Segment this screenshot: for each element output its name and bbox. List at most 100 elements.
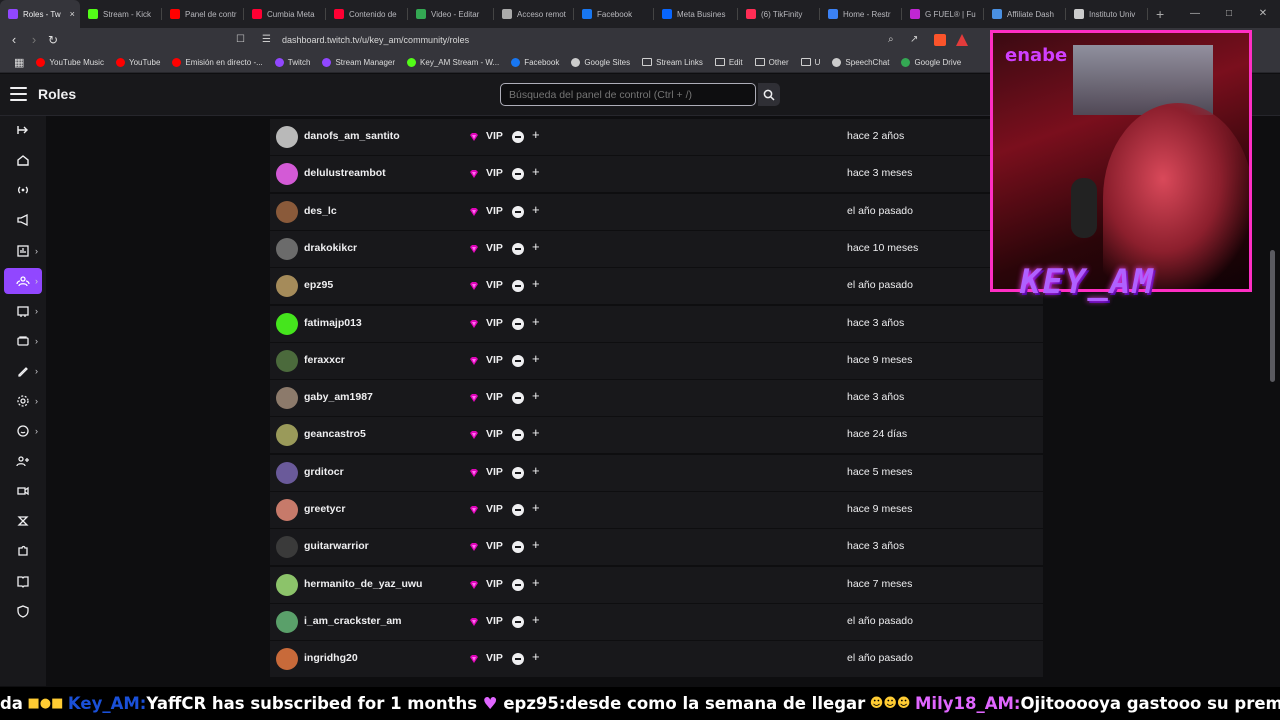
add-role-icon[interactable]: + <box>532 649 540 664</box>
remove-role-icon[interactable] <box>512 243 524 255</box>
browser-tab[interactable]: Home - Restr <box>820 0 902 28</box>
browser-tab[interactable]: Panel de contr <box>162 0 244 28</box>
remove-role-icon[interactable] <box>512 206 524 218</box>
avatar[interactable] <box>276 424 298 446</box>
remove-role-icon[interactable] <box>512 579 524 591</box>
search-button[interactable] <box>758 83 780 106</box>
browser-tab[interactable]: Affiliate Dash <box>984 0 1066 28</box>
apps-grid-icon[interactable]: ▦ <box>8 56 30 69</box>
browser-tab[interactable]: Contenido de <box>326 0 408 28</box>
bookmark-item[interactable]: Key_AM Stream - W... <box>401 57 505 67</box>
avatar[interactable] <box>276 611 298 633</box>
browser-tab[interactable]: Facebook <box>574 0 654 28</box>
avatar[interactable] <box>276 126 298 148</box>
add-role-icon[interactable]: + <box>532 276 540 291</box>
remove-role-icon[interactable] <box>512 467 524 479</box>
back-icon[interactable]: ‹ <box>4 28 24 52</box>
remove-role-icon[interactable] <box>512 541 524 553</box>
rail-item-promote[interactable] <box>4 207 42 233</box>
avatar[interactable] <box>276 275 298 297</box>
bookmark-item[interactable]: U <box>795 58 827 67</box>
page-scrollbar[interactable] <box>1270 250 1275 382</box>
avatar[interactable] <box>276 201 298 223</box>
browser-tab[interactable]: Instituto Univ <box>1066 0 1148 28</box>
add-role-icon[interactable]: + <box>532 239 540 254</box>
avatar[interactable] <box>276 648 298 670</box>
remove-role-icon[interactable] <box>512 504 524 516</box>
remove-role-icon[interactable] <box>512 131 524 143</box>
username[interactable]: ingridhg20 <box>304 652 358 664</box>
username[interactable]: des_lc <box>304 205 337 217</box>
rail-item-analytics[interactable]: › <box>4 238 42 264</box>
close-window-icon[interactable]: ✕ <box>1246 0 1280 28</box>
add-role-icon[interactable]: + <box>532 612 540 627</box>
add-role-icon[interactable]: + <box>532 202 540 217</box>
bookmark-item[interactable]: Facebook <box>505 57 565 67</box>
site-info-icon[interactable]: ☰ <box>262 28 271 52</box>
rail-item-viewer-rewards[interactable]: › <box>4 418 42 444</box>
share-icon[interactable]: ↗ <box>910 28 918 52</box>
remove-role-icon[interactable] <box>512 616 524 628</box>
maximize-icon[interactable]: □ <box>1212 0 1246 28</box>
forward-icon[interactable]: › <box>24 28 44 52</box>
avatar[interactable] <box>276 387 298 409</box>
username[interactable]: delulustreambot <box>304 167 386 179</box>
new-tab-button[interactable]: + <box>1148 6 1172 22</box>
rail-item-settings[interactable]: › <box>4 388 42 414</box>
browser-tab[interactable]: Roles - Tw × <box>0 0 80 28</box>
rail-item-community[interactable]: › <box>4 268 42 294</box>
reload-icon[interactable]: ↻ <box>43 28 63 52</box>
bookmark-item[interactable]: YouTube Music <box>30 57 110 67</box>
zoom-icon[interactable]: ⌕ <box>888 28 894 52</box>
rail-item-puzzle[interactable] <box>4 538 42 564</box>
browser-tab[interactable]: Cumbia Meta <box>244 0 326 28</box>
add-role-icon[interactable]: + <box>532 164 540 179</box>
rail-item-broadcast[interactable] <box>4 177 42 203</box>
rail-item-content[interactable]: › <box>4 298 42 324</box>
remove-role-icon[interactable] <box>512 318 524 330</box>
rail-item-monetization[interactable]: › <box>4 328 42 354</box>
username[interactable]: geancastro5 <box>304 428 366 440</box>
minimize-icon[interactable]: — <box>1178 0 1212 28</box>
username[interactable]: greetycr <box>304 503 345 515</box>
brave-shield-icon[interactable] <box>934 34 946 46</box>
username[interactable]: danofs_am_santito <box>304 130 400 142</box>
remove-role-icon[interactable] <box>512 429 524 441</box>
bookmark-item[interactable]: Google Drive <box>895 57 967 67</box>
rail-item-extensions[interactable] <box>4 508 42 534</box>
rail-item-safety[interactable] <box>4 598 42 624</box>
bookmark-item[interactable]: Stream Links <box>636 58 709 67</box>
username[interactable]: feraxxcr <box>304 354 345 366</box>
browser-tab[interactable]: Stream - Kick <box>80 0 162 28</box>
avatar[interactable] <box>276 313 298 335</box>
add-role-icon[interactable]: + <box>532 500 540 515</box>
add-role-icon[interactable]: + <box>532 388 540 403</box>
add-role-icon[interactable]: + <box>532 575 540 590</box>
remove-role-icon[interactable] <box>512 355 524 367</box>
add-role-icon[interactable]: + <box>532 537 540 552</box>
browser-tab[interactable]: (6) TikFinity <box>738 0 820 28</box>
avatar[interactable] <box>276 574 298 596</box>
remove-role-icon[interactable] <box>512 392 524 404</box>
browser-tab[interactable]: Video - Editar <box>408 0 494 28</box>
brave-rewards-icon[interactable] <box>956 34 968 46</box>
username[interactable]: drakokikcr <box>304 242 357 254</box>
bookmark-item[interactable]: Edit <box>709 58 749 67</box>
close-tab-icon[interactable]: × <box>70 9 75 19</box>
browser-tab[interactable]: Meta Busines <box>654 0 738 28</box>
bookmark-item[interactable]: Google Sites <box>565 57 636 67</box>
avatar[interactable] <box>276 238 298 260</box>
bookmark-item[interactable]: YouTube <box>110 57 166 67</box>
rail-item-creator-tools[interactable]: › <box>4 358 42 384</box>
username[interactable]: epz95 <box>304 279 333 291</box>
add-role-icon[interactable]: + <box>532 463 540 478</box>
avatar[interactable] <box>276 462 298 484</box>
menu-icon[interactable] <box>10 87 27 101</box>
remove-role-icon[interactable] <box>512 280 524 292</box>
bookmark-item[interactable]: Other <box>749 58 795 67</box>
username[interactable]: gaby_am1987 <box>304 391 373 403</box>
bookmark-item[interactable]: Twitch <box>269 57 317 67</box>
avatar[interactable] <box>276 163 298 185</box>
username[interactable]: hermanito_de_yaz_uwu <box>304 578 422 590</box>
bookmark-item[interactable]: Emisión en directo -... <box>166 57 268 67</box>
